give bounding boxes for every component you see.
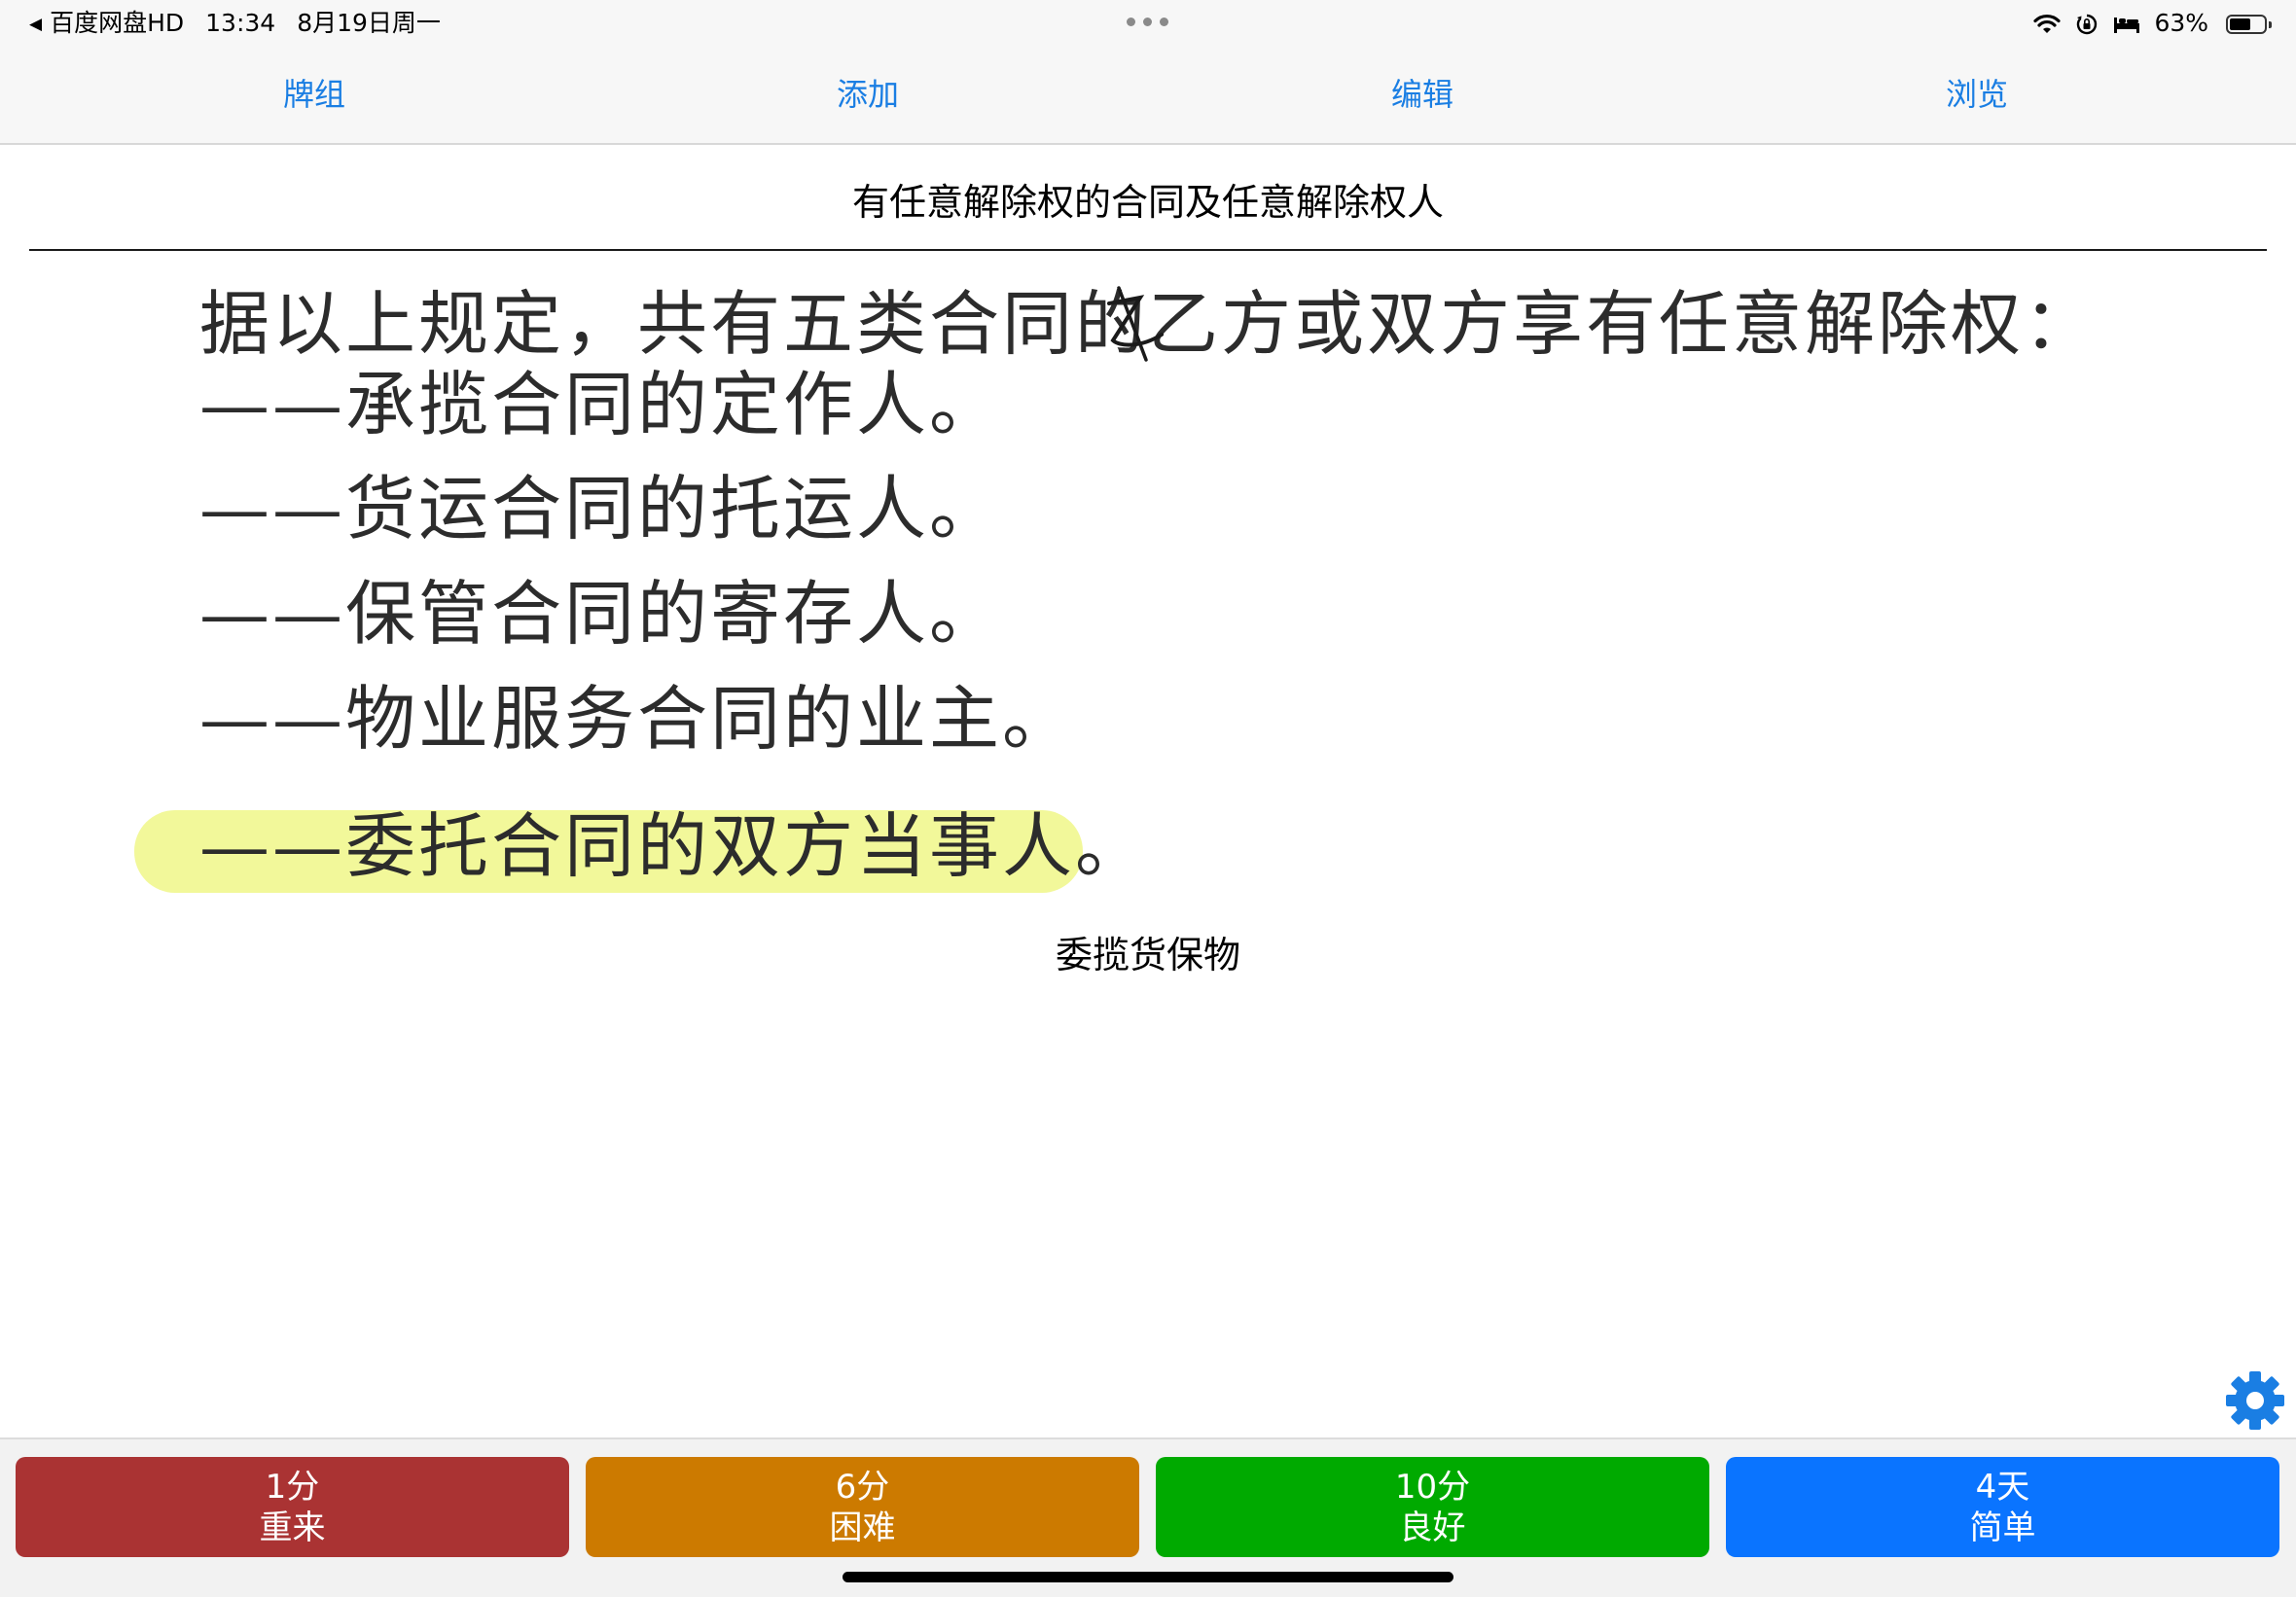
battery-percent: 63%	[2154, 9, 2209, 37]
scan-line-item: ——承揽合同的定作人。	[199, 364, 1003, 445]
battery-icon	[2226, 15, 2272, 34]
top-tab-bar: 牌组 添加 编辑 浏览	[0, 47, 2296, 145]
multitask-dots-icon[interactable]	[1127, 18, 1169, 27]
pen-correction-mark	[1107, 286, 1164, 362]
good-button[interactable]: 10分 良好	[1156, 1457, 1709, 1557]
status-time: 13:34	[205, 9, 276, 37]
hard-button[interactable]: 6分 困难	[586, 1457, 1139, 1557]
card-answer: 委揽货保物	[1055, 934, 1240, 976]
card-question: 有任意解除权的合同及任意解除权人	[851, 181, 1444, 224]
home-indicator[interactable]	[843, 1572, 1453, 1582]
scanned-textbook-image: 据以上规定，共有五类合同的乙方或双方享有任意解除权： ——承揽合同的定作人。 —…	[126, 261, 2094, 903]
good-label: 良好	[1399, 1508, 1466, 1547]
hard-interval: 6分	[835, 1468, 890, 1507]
easy-interval: 4天	[1975, 1468, 2030, 1507]
status-right: 63%	[2032, 7, 2272, 40]
again-button[interactable]: 1分 重来	[16, 1457, 569, 1557]
status-date: 8月19日周一	[297, 9, 441, 37]
easy-label: 简单	[1969, 1508, 2036, 1547]
easy-button[interactable]: 4天 简单	[1726, 1457, 2279, 1557]
orientation-lock-icon	[2076, 14, 2097, 35]
hard-label: 困难	[829, 1508, 896, 1547]
scan-line-item-highlighted: ——委托合同的双方当事人。	[199, 805, 1149, 887]
scan-line-item: ——保管合同的寄存人。	[199, 573, 1003, 655]
status-bar: ◀ 百度网盘HD 13:34 8月19日周一 63%	[0, 0, 2296, 47]
tab-edit[interactable]: 编辑	[1135, 47, 1709, 143]
tab-decks[interactable]: 牌组	[27, 47, 601, 143]
bed-icon	[2113, 18, 2139, 33]
battery-fill	[2230, 18, 2250, 30]
scan-line-item: ——物业服务合同的业主。	[199, 678, 1076, 760]
again-label: 重来	[259, 1508, 326, 1547]
status-left: ◀ 百度网盘HD 13:34 8月19日周一	[29, 7, 441, 41]
gear-icon[interactable]	[2224, 1369, 2286, 1432]
tab-add[interactable]: 添加	[581, 47, 1155, 143]
again-interval: 1分	[265, 1468, 320, 1507]
wifi-icon	[2033, 14, 2061, 33]
good-interval: 10分	[1394, 1468, 1471, 1507]
scan-line-item: ——货运合同的托运人。	[199, 468, 1003, 550]
card-divider	[29, 249, 2267, 251]
back-app-label[interactable]: 百度网盘HD	[50, 9, 184, 37]
tab-browse[interactable]: 浏览	[1690, 47, 2264, 143]
back-arrow-icon[interactable]: ◀	[29, 8, 42, 41]
